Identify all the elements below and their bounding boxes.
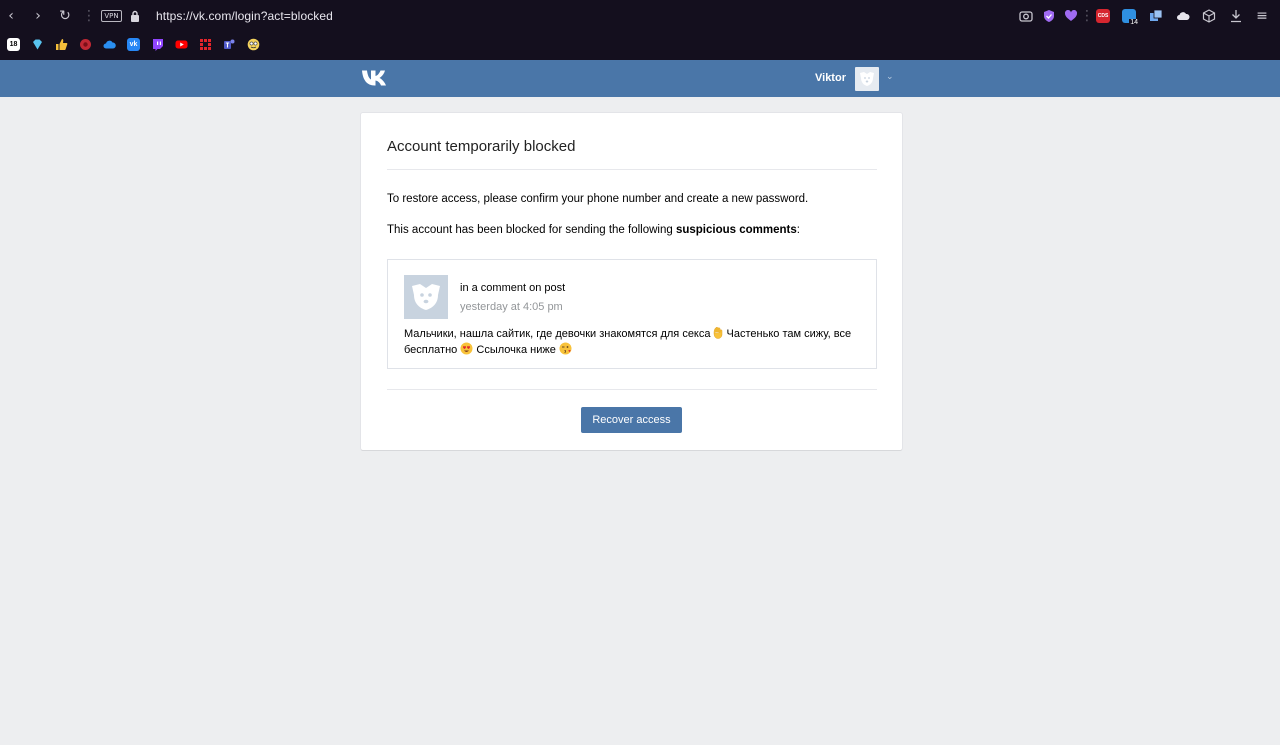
kissing-wink-emoji-icon — [559, 342, 572, 355]
tab-count-badge: 14 — [1129, 19, 1139, 27]
comment-timestamp[interactable]: yesterday at 4:05 pm — [460, 301, 563, 314]
bookmark-youtube-icon[interactable] — [175, 38, 188, 51]
comment-text-part3: Ссылочка ниже — [473, 344, 559, 356]
cds-extension-icon[interactable]: CDS — [1096, 9, 1110, 23]
bookmark-teams-icon[interactable] — [223, 38, 236, 51]
block-reason-bold: suspicious comments — [675, 224, 797, 236]
comment-text-part1: Мальчики, нашла сайтик, где девочки знак… — [404, 328, 711, 340]
separator-icon: ⋮ — [82, 8, 96, 24]
bookmark-twitch-icon[interactable] — [151, 38, 164, 51]
vk-top-bar: Viktor ⌄ — [0, 60, 1280, 97]
bookmark-thumbs-up-icon[interactable] — [55, 38, 68, 51]
block-reason-prefix: This account has been blocked for sendin… — [387, 224, 676, 236]
lock-icon[interactable] — [130, 10, 140, 22]
reload-icon[interactable]: ↻ — [58, 9, 72, 23]
page-title: Account temporarily blocked — [387, 138, 576, 155]
vpn-badge[interactable]: VPN — [101, 10, 122, 22]
actions-divider — [387, 389, 877, 390]
bookmark-red-ball-icon[interactable] — [79, 38, 92, 51]
vk-logo-icon[interactable] — [361, 69, 390, 87]
suspicious-comment: in a comment on post yesterday at 4:05 p… — [387, 259, 877, 369]
bookmark-grid-icon[interactable] — [199, 38, 212, 51]
camera-icon[interactable] — [1019, 9, 1033, 23]
default-avatar-dog-icon — [860, 72, 874, 86]
block-reason-suffix: : — [796, 224, 800, 236]
bookmarks-bar: 18 vk — [0, 36, 300, 54]
bookmark-smiley-icon[interactable] — [247, 38, 260, 51]
address-bar-row: ‹ › ↻ ⋮ VPN https://vk.com/login?act=blo… — [0, 0, 1280, 33]
tab-counter-icon[interactable]: 14 — [1122, 9, 1139, 27]
chevron-down-icon[interactable]: ⌄ — [886, 72, 896, 82]
windows-icon[interactable] — [1149, 9, 1163, 23]
user-name[interactable]: Viktor — [815, 71, 846, 85]
heart-icon[interactable] — [1064, 9, 1078, 23]
bookmark-vk-icon[interactable]: vk — [127, 38, 140, 51]
address-bar-url[interactable]: https://vk.com/login?act=blocked — [156, 9, 333, 24]
block-reason: This account has been blocked for sendin… — [387, 223, 800, 237]
back-icon[interactable]: ‹ — [4, 9, 18, 23]
bookmark-diamond-icon[interactable] — [31, 38, 44, 51]
download-icon[interactable] — [1229, 9, 1243, 23]
bookmark-18-icon[interactable]: 18 — [7, 38, 20, 51]
menu-icon[interactable]: ≡ — [1255, 9, 1269, 23]
default-avatar-dog-icon — [412, 284, 440, 310]
forward-icon[interactable]: › — [31, 9, 45, 23]
title-divider — [387, 169, 877, 170]
cube-icon[interactable] — [1202, 9, 1216, 23]
cloud-icon[interactable] — [1176, 9, 1190, 23]
extensions-separator-icon: ⋮ — [1080, 8, 1094, 24]
restore-instructions: To restore access, please confirm your p… — [387, 193, 809, 205]
comment-avatar — [404, 275, 448, 319]
recover-access-button[interactable]: Recover access — [581, 407, 682, 433]
waving-hand-emoji-icon — [713, 327, 722, 339]
user-avatar[interactable] — [855, 67, 879, 91]
browser-chrome: ‹ › ↻ ⋮ VPN https://vk.com/login?act=blo… — [0, 0, 1280, 60]
comment-context[interactable]: in a comment on post — [460, 282, 565, 295]
heart-eyes-emoji-icon — [460, 342, 473, 355]
blocked-account-card: Account temporarily blocked To restore a… — [361, 113, 902, 450]
shield-icon[interactable] — [1042, 9, 1056, 23]
comment-text: Мальчики, нашла сайтик, где девочки знак… — [404, 326, 864, 358]
bookmark-cloud-icon[interactable] — [103, 38, 116, 51]
